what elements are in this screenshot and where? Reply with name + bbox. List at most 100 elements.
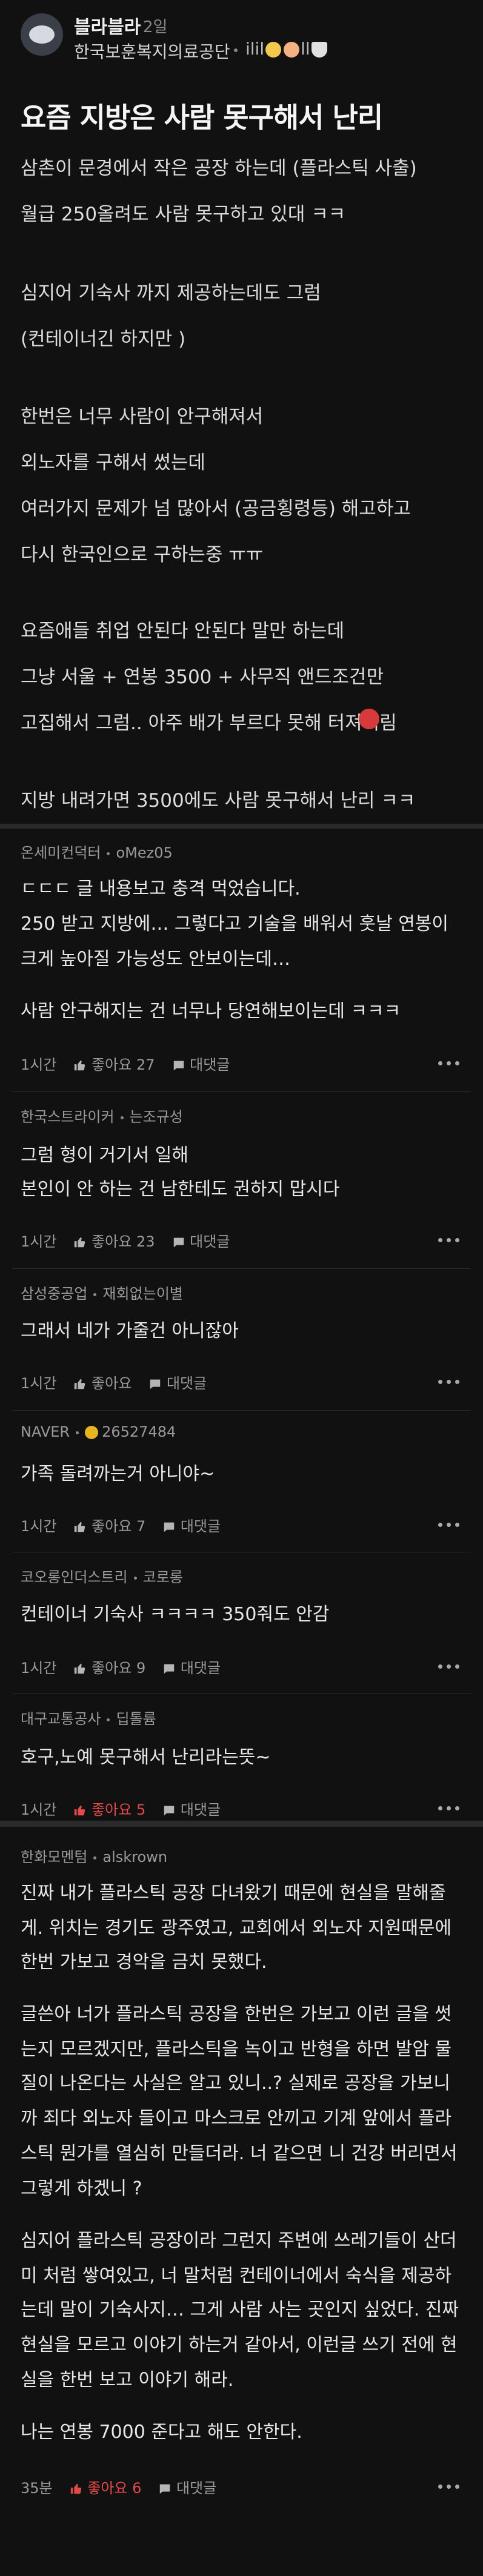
reply-button[interactable]: 대댓글 <box>162 1656 221 1677</box>
more-icon[interactable] <box>438 1061 462 1067</box>
reply-label: 대댓글 <box>180 1801 221 1818</box>
comment-company: 한국스트라이커 <box>21 1108 115 1125</box>
comment-divider <box>12 1268 471 1269</box>
meta-dot <box>234 48 238 52</box>
like-button[interactable]: 좋아요 23 <box>73 1230 155 1251</box>
post-body-line: 그냥 서울 + 연봉 3500 + 사무직 앤드조건만 <box>21 666 384 688</box>
smile-emoji <box>265 42 282 58</box>
comment-text-line: 가족 돌려까는거 아니야~ <box>21 1463 215 1485</box>
comment-actions: 35분 좋아요 6 대댓글 <box>21 2476 233 2497</box>
comment-text-line: 게. 위치는 경기도 광주였고, 교회에서 외노자 지원때문에 <box>21 1918 452 1939</box>
comment-text-line: 그렇게 하겠니 ? <box>21 2178 142 2199</box>
like-button[interactable]: 좋아요 5 <box>73 1798 145 1819</box>
comment-time: 35분 <box>21 2480 53 2497</box>
comment-text-line: 까 죄다 외노자 들이고 마스크로 안끼고 기계 앞에서 플라 <box>21 2108 452 2129</box>
post-title: 요즘 지방은 사람 못구해서 난리 <box>21 101 383 134</box>
comment-nickname: oMez05 <box>116 844 173 861</box>
comment-meta[interactable]: 온세미컨덕터 oMez05 <box>21 841 173 862</box>
comment-meta[interactable]: 코오롱인더스트리 코로롱 <box>21 1565 183 1586</box>
like-button[interactable]: 좋아요 6 <box>70 2476 142 2497</box>
comment-actions: 1시간 좋아요 27 대댓글 <box>21 1053 247 1074</box>
post-author[interactable]: 블라블라 <box>74 12 141 39</box>
comment-text-line: 질이 나온다는 사실은 알고 있니..? 실제로 공장을 가보니 <box>21 2073 450 2094</box>
comment-meta[interactable]: 한국스트라이커 는조규성 <box>21 1105 183 1126</box>
post-body-line: 월급 250올려도 사람 못구하고 있대 ㅋㅋ <box>21 204 346 225</box>
like-label: 좋아요 6 <box>87 2480 142 2497</box>
comment-icon <box>164 1522 175 1532</box>
comment-meta[interactable]: 삼성중공업 재회없는이별 <box>21 1282 183 1303</box>
comment-actions: 1시간 좋아요 대댓글 <box>21 1371 224 1392</box>
reply-button[interactable]: 대댓글 <box>172 1230 230 1251</box>
comment-text-line: 사람 안구해지는 건 너무나 당연해보이는데 ㅋㅋㅋ <box>21 1001 401 1022</box>
like-label: 좋아요 23 <box>92 1233 155 1250</box>
post-body-line: 요즘애들 취업 안된다 안된다 말만 하는데 <box>21 620 345 642</box>
reply-label: 대댓글 <box>190 1233 230 1250</box>
more-icon[interactable] <box>438 2485 462 2491</box>
comment-meta[interactable]: 대구교통공사 딥톨륨 <box>21 1707 156 1728</box>
post-body-line: 다시 한국인으로 구하는중 ㅠㅠ <box>21 544 264 566</box>
like-button[interactable]: 좋아요 <box>73 1371 132 1392</box>
comment-meta[interactable]: 한화모멘텀 alskrown <box>21 1845 167 1866</box>
meta-dot <box>133 1576 137 1580</box>
comment-time: 1시간 <box>21 1660 57 1677</box>
reply-label: 대댓글 <box>166 1375 207 1392</box>
comment-text-line: 미 처럼 쌓여있고, 너 말처럼 컨테이너에서 숙식을 제공하 <box>21 2265 452 2286</box>
comment-text-line: 본인이 안 하는 건 남한테도 권하지 맙시다 <box>21 1179 340 1200</box>
reply-button[interactable]: 대댓글 <box>148 1371 207 1392</box>
thumb-up-icon <box>75 1060 85 1071</box>
post-body-line: 삼촌이 문경에서 작은 공장 하는데 (플라스틱 사출) <box>21 157 417 179</box>
rice-bowl-emoji <box>311 42 327 58</box>
reply-button[interactable]: 대댓글 <box>162 1798 221 1819</box>
reply-button[interactable]: 대댓글 <box>172 1053 230 1074</box>
comment-icon <box>160 2484 170 2494</box>
like-button[interactable]: 좋아요 27 <box>73 1053 155 1074</box>
more-icon[interactable] <box>438 1380 462 1386</box>
angry-face-icon <box>359 709 379 729</box>
comment-nickname: 26527484 <box>102 1423 176 1440</box>
comment-icon <box>150 1379 161 1389</box>
comment-text-line: 실을 한번 보고 이야기 해라. <box>21 2369 234 2391</box>
comment-meta[interactable]: NAVER 26527484 <box>21 1423 176 1440</box>
post-body-line: 심지어 기숙사 까지 제공하는데도 그럼 <box>21 282 321 304</box>
post-body-line: (컨테이너긴 하지만 ) <box>21 328 186 350</box>
blush-emoji <box>284 42 300 58</box>
comment-nickname: alskrown <box>102 1849 168 1866</box>
comment-nickname: 딥톨륨 <box>116 1710 156 1727</box>
more-icon[interactable] <box>438 1238 462 1244</box>
like-button[interactable]: 좋아요 7 <box>73 1514 145 1535</box>
like-label: 좋아요 <box>92 1375 132 1392</box>
comment-icon <box>164 1664 175 1674</box>
like-label: 좋아요 9 <box>92 1660 146 1677</box>
comment-text-line: 호구,노예 못구해서 난리라는뜻~ <box>21 1747 271 1768</box>
comment-time: 1시간 <box>21 1375 57 1392</box>
more-icon[interactable] <box>438 1664 462 1670</box>
thumb-up-icon <box>75 1663 85 1674</box>
more-icon[interactable] <box>438 1523 462 1529</box>
comment-icon <box>173 1237 184 1248</box>
like-button[interactable]: 좋아요 9 <box>73 1656 145 1677</box>
thumb-up-icon <box>75 1379 85 1389</box>
thumb-up-icon <box>75 1521 85 1532</box>
post-company[interactable]: 한국보훈복지의료공단 <box>74 39 230 63</box>
reply-button[interactable]: 대댓글 <box>158 2476 216 2497</box>
section-separator <box>0 1821 483 1827</box>
reply-button[interactable]: 대댓글 <box>162 1514 221 1535</box>
meta-dot <box>107 1718 110 1721</box>
comment-time: 1시간 <box>21 1233 57 1250</box>
comment-company: 한화모멘텀 <box>21 1849 88 1866</box>
post-body-line: 고집해서 그럼.. 아주 배가 부르다 못해 터져버림 <box>21 712 397 734</box>
comment-text-line: 스틱 뭔가를 열심히 만들더라. 너 같으면 니 건강 버리면서 <box>21 2143 458 2164</box>
avatar[interactable] <box>21 13 63 56</box>
post-nickname[interactable]: ilil ll <box>245 39 328 59</box>
post-time: 2일 <box>143 18 168 36</box>
comment-text-line: 진짜 내가 플라스틱 공장 다녀왔기 때문에 현실을 말해줄 <box>21 1882 446 1904</box>
comment-text-line: 심지어 플라스틱 공장이라 그런지 주변에 쓰레기들이 산더 <box>21 2230 457 2251</box>
more-icon[interactable] <box>438 1806 462 1812</box>
meta-dot <box>120 1116 124 1119</box>
comment-icon <box>173 1061 184 1071</box>
nickname-tail: ll <box>301 39 310 59</box>
reply-label: 대댓글 <box>180 1660 221 1677</box>
comment-time: 1시간 <box>21 1801 57 1818</box>
thumb-up-icon <box>70 2483 81 2494</box>
comment-nickname: 재회없는이별 <box>102 1285 183 1302</box>
